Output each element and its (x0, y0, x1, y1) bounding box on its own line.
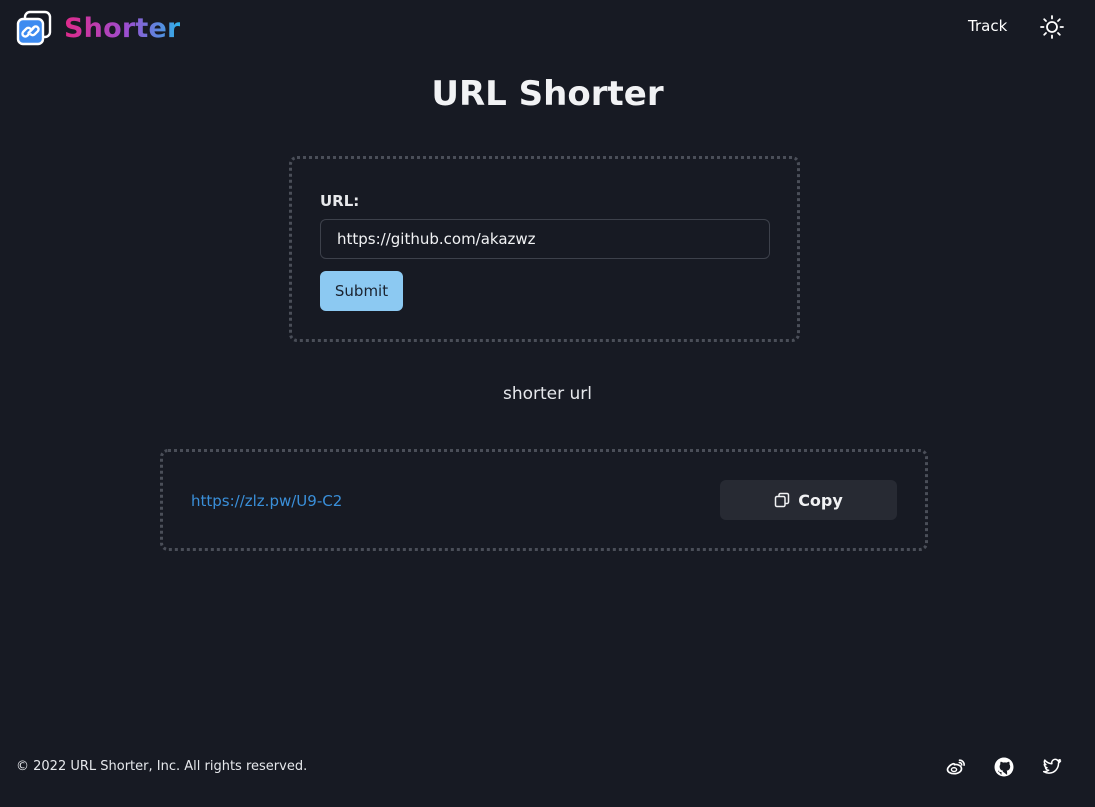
result-card: https://zlz.pw/U9-C2 Copy (160, 449, 928, 551)
weibo-icon[interactable] (945, 756, 967, 778)
short-url-link[interactable]: https://zlz.pw/U9-C2 (191, 492, 342, 510)
url-label: URL: (320, 192, 360, 210)
url-input[interactable] (320, 219, 770, 259)
page-title: URL Shorter (431, 74, 664, 114)
link-logo-icon (16, 10, 52, 46)
page: Shorter Track URL Shorter URL: Submit sh… (0, 0, 1095, 807)
copy-button-label: Copy (798, 490, 843, 510)
copy-icon (774, 492, 790, 508)
twitter-icon[interactable] (1041, 756, 1063, 778)
copy-button[interactable]: Copy (720, 480, 897, 520)
copyright-text: © 2022 URL Shorter, Inc. All rights rese… (16, 759, 308, 774)
sun-icon[interactable] (1040, 15, 1064, 39)
brand-name: Shorter (64, 12, 181, 44)
brand[interactable]: Shorter (16, 10, 180, 46)
nav-track-link[interactable]: Track (968, 17, 1007, 35)
result-heading: shorter url (502, 384, 593, 404)
submit-button[interactable]: Submit (320, 271, 403, 311)
url-form-card: URL: Submit (289, 156, 800, 342)
github-icon[interactable] (993, 756, 1015, 778)
header: Shorter Track (0, 0, 1095, 56)
